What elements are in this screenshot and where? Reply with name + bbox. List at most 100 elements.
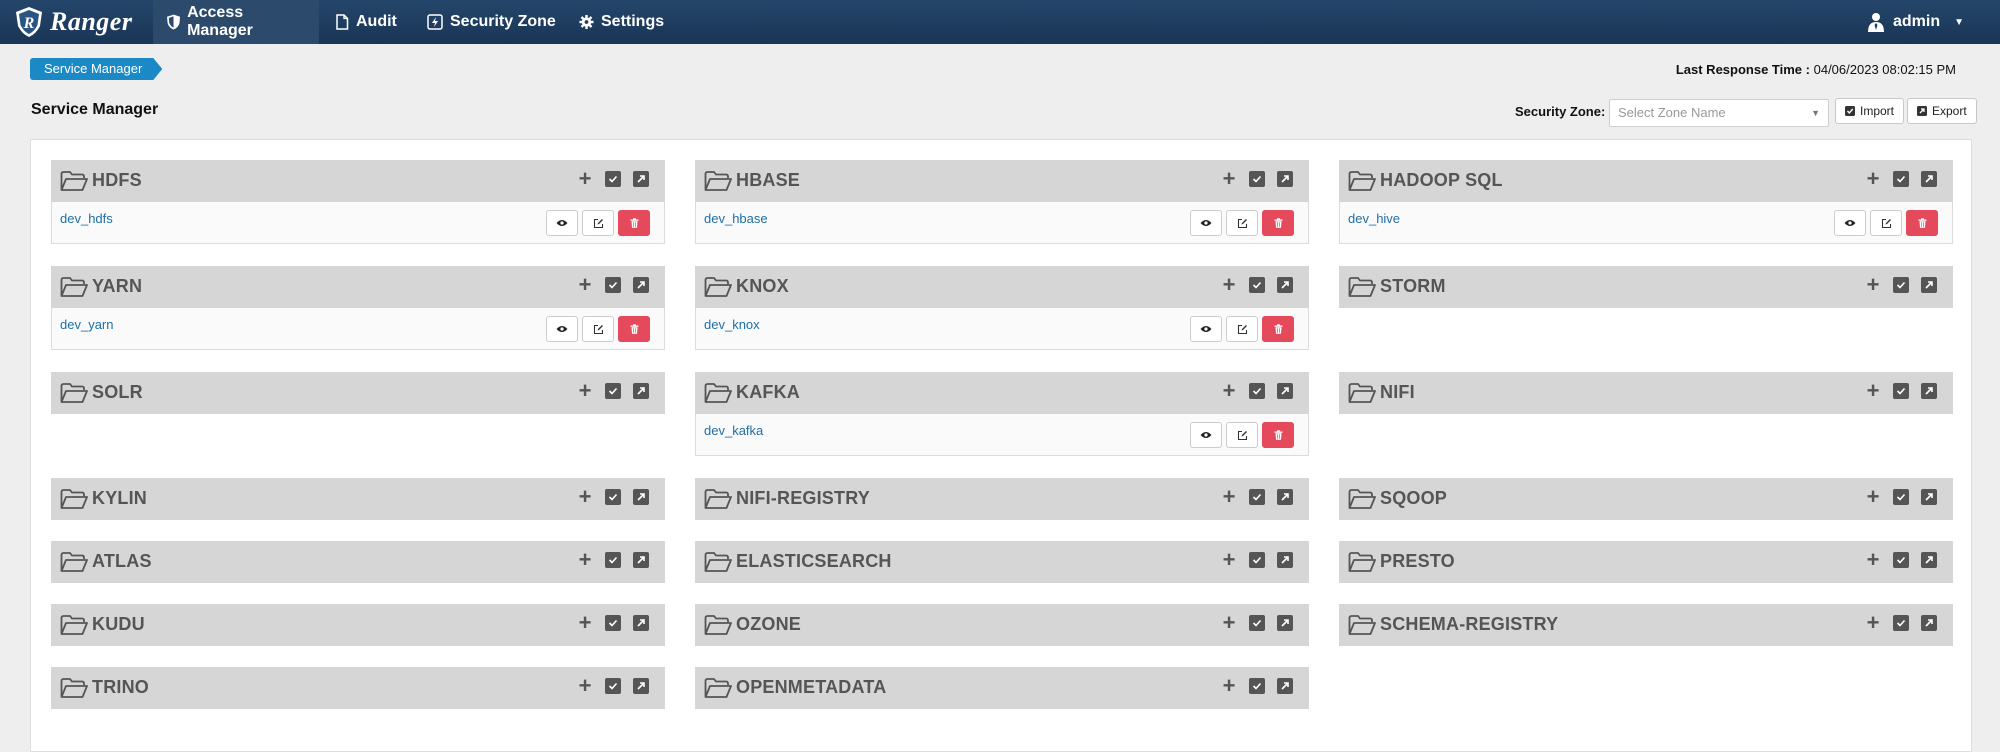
open-service-button[interactable] — [1921, 383, 1937, 399]
repo-link[interactable]: dev_knox — [704, 317, 760, 332]
delete-repo-button[interactable] — [1262, 210, 1294, 236]
add-service-button[interactable]: + — [1865, 549, 1881, 571]
nav-access-manager[interactable]: Access Manager — [153, 0, 319, 44]
service-name: TRINO — [92, 677, 149, 697]
open-service-button[interactable] — [1277, 678, 1293, 694]
edit-service-def-button[interactable] — [1893, 277, 1909, 293]
open-service-button[interactable] — [1277, 552, 1293, 568]
add-service-button[interactable]: + — [1221, 168, 1237, 190]
view-repo-button[interactable] — [1190, 210, 1222, 236]
view-repo-button[interactable] — [1190, 422, 1222, 448]
edit-service-def-button[interactable] — [1893, 615, 1909, 631]
open-service-button[interactable] — [1921, 277, 1937, 293]
open-service-button[interactable] — [1277, 171, 1293, 187]
open-service-button[interactable] — [633, 171, 649, 187]
edit-service-def-button[interactable] — [605, 615, 621, 631]
open-service-button[interactable] — [1921, 489, 1937, 505]
edit-service-def-button[interactable] — [1249, 615, 1265, 631]
edit-service-def-button[interactable] — [605, 552, 621, 568]
edit-service-def-button[interactable] — [1249, 171, 1265, 187]
edit-service-def-button[interactable] — [605, 383, 621, 399]
edit-service-def-button[interactable] — [1249, 678, 1265, 694]
add-service-button[interactable]: + — [1865, 486, 1881, 508]
edit-service-def-button[interactable] — [1249, 383, 1265, 399]
view-repo-button[interactable] — [546, 316, 578, 342]
delete-repo-button[interactable] — [618, 316, 650, 342]
edit-service-def-button[interactable] — [1893, 489, 1909, 505]
breadcrumb[interactable]: Service Manager — [30, 58, 162, 80]
open-service-button[interactable] — [633, 678, 649, 694]
add-service-button[interactable]: + — [1865, 274, 1881, 296]
edit-service-def-button[interactable] — [605, 171, 621, 187]
repo-link[interactable]: dev_kafka — [704, 423, 763, 438]
open-service-button[interactable] — [1277, 489, 1293, 505]
user-menu[interactable]: admin ▼ — [1867, 0, 1964, 44]
edit-repo-button[interactable] — [1870, 210, 1902, 236]
open-service-button[interactable] — [633, 277, 649, 293]
add-service-button[interactable]: + — [1865, 612, 1881, 634]
delete-repo-button[interactable] — [1262, 422, 1294, 448]
edit-repo-button[interactable] — [1226, 316, 1258, 342]
add-service-button[interactable]: + — [1865, 168, 1881, 190]
add-service-button[interactable]: + — [577, 168, 593, 190]
repo-link[interactable]: dev_hive — [1348, 211, 1400, 226]
open-service-button[interactable] — [633, 383, 649, 399]
edit-service-def-button[interactable] — [605, 678, 621, 694]
add-service-button[interactable]: + — [577, 612, 593, 634]
edit-service-def-button[interactable] — [1893, 383, 1909, 399]
add-service-button[interactable]: + — [1221, 675, 1237, 697]
repo-link[interactable]: dev_hbase — [704, 211, 768, 226]
security-zone-select[interactable]: Select Zone Name ▼ — [1609, 99, 1829, 127]
view-repo-button[interactable] — [1834, 210, 1866, 236]
add-service-button[interactable]: + — [1221, 612, 1237, 634]
nav-security-zone[interactable]: Security Zone — [413, 0, 570, 44]
edit-service-def-button[interactable] — [1249, 489, 1265, 505]
edit-service-def-button[interactable] — [605, 277, 621, 293]
service-repo-row: dev_hbase — [695, 202, 1309, 244]
delete-repo-button[interactable] — [1906, 210, 1938, 236]
add-service-button[interactable]: + — [1221, 549, 1237, 571]
edit-repo-button[interactable] — [582, 316, 614, 342]
add-service-button[interactable]: + — [577, 486, 593, 508]
repo-link[interactable]: dev_yarn — [60, 317, 113, 332]
edit-repo-button[interactable] — [1226, 422, 1258, 448]
edit-repo-button[interactable] — [582, 210, 614, 236]
delete-repo-button[interactable] — [618, 210, 650, 236]
add-service-button[interactable]: + — [577, 380, 593, 402]
service-actions: + — [1221, 274, 1293, 296]
add-service-button[interactable]: + — [1221, 486, 1237, 508]
export-button[interactable]: Export — [1907, 98, 1977, 124]
service-card-hadoop-sql: HADOOP SQL + dev_hive — [1339, 160, 1953, 244]
edit-service-def-button[interactable] — [1249, 552, 1265, 568]
add-service-button[interactable]: + — [1221, 380, 1237, 402]
add-service-button[interactable]: + — [1221, 274, 1237, 296]
edit-repo-button[interactable] — [1226, 210, 1258, 236]
nav-settings[interactable]: Settings — [565, 0, 678, 44]
repo-link[interactable]: dev_hdfs — [60, 211, 113, 226]
open-service-button[interactable] — [1277, 615, 1293, 631]
edit-service-def-button[interactable] — [605, 489, 621, 505]
folder-open-icon — [704, 489, 732, 509]
import-button[interactable]: Import — [1835, 98, 1905, 124]
view-repo-button[interactable] — [1190, 316, 1222, 342]
add-service-button[interactable]: + — [577, 549, 593, 571]
open-service-button[interactable] — [1921, 552, 1937, 568]
nav-audit[interactable]: Audit — [321, 0, 411, 44]
brand-logo[interactable]: R Ranger — [14, 5, 132, 39]
chevron-down-icon: ▼ — [1811, 108, 1820, 118]
open-service-button[interactable] — [1277, 383, 1293, 399]
edit-service-def-button[interactable] — [1893, 171, 1909, 187]
delete-repo-button[interactable] — [1262, 316, 1294, 342]
open-service-button[interactable] — [633, 615, 649, 631]
add-service-button[interactable]: + — [1865, 380, 1881, 402]
open-service-button[interactable] — [1921, 171, 1937, 187]
add-service-button[interactable]: + — [577, 675, 593, 697]
open-service-button[interactable] — [633, 552, 649, 568]
view-repo-button[interactable] — [546, 210, 578, 236]
open-service-button[interactable] — [1921, 615, 1937, 631]
open-service-button[interactable] — [1277, 277, 1293, 293]
add-service-button[interactable]: + — [577, 274, 593, 296]
edit-service-def-button[interactable] — [1249, 277, 1265, 293]
open-service-button[interactable] — [633, 489, 649, 505]
edit-service-def-button[interactable] — [1893, 552, 1909, 568]
